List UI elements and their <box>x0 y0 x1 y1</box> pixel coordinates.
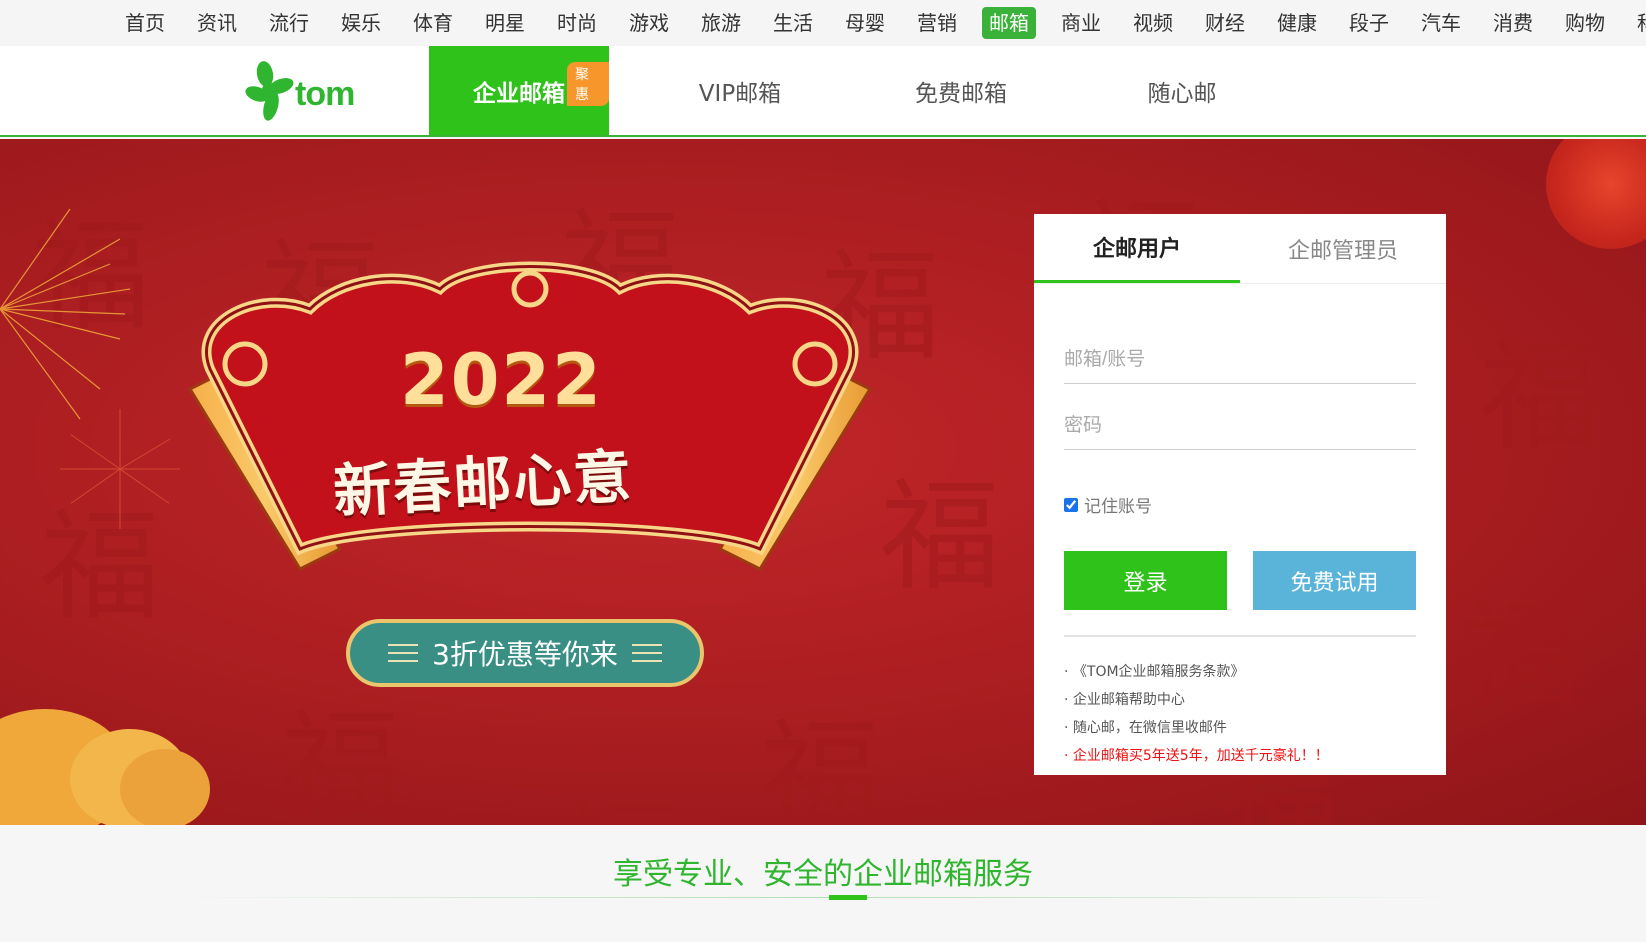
nav-free-mail-label: 免费邮箱 <box>915 80 1007 107</box>
tab-enterprise-user[interactable]: 企邮用户 <box>1034 214 1240 283</box>
product-nav: 企业邮箱 聚惠 VIP邮箱 免费邮箱 随心邮 <box>429 46 1313 135</box>
login-tabs: 企邮用户 企邮管理员 <box>1034 214 1446 284</box>
link-help-center[interactable]: · 企业邮箱帮助中心 <box>1064 686 1329 714</box>
link-terms[interactable]: · 《TOM企业邮箱服务条款》 <box>1064 658 1329 686</box>
logo-text: tom <box>295 75 355 113</box>
top-nav-item[interactable]: 游戏 <box>622 7 676 39</box>
fu-character-decoration: 福 <box>760 708 880 825</box>
banner-year: 2022 <box>400 339 603 421</box>
slogan-underline <box>170 897 1476 898</box>
site-header: tom 企业邮箱 聚惠 VIP邮箱 免费邮箱 随心邮 <box>0 46 1646 137</box>
top-nav-item[interactable]: 购物 <box>1558 7 1612 39</box>
nav-suixin-mail[interactable]: 随心邮 <box>1051 46 1313 135</box>
account-input[interactable] <box>1064 336 1416 384</box>
top-nav-item[interactable]: 商业 <box>1054 7 1108 39</box>
top-nav-item[interactable]: 娱乐 <box>334 7 388 39</box>
top-nav-item[interactable]: 明星 <box>478 7 532 39</box>
top-nav-item[interactable]: 健康 <box>1270 7 1324 39</box>
top-nav-list: 首页 资讯 流行 娱乐 体育 明星 时尚 游戏 旅游 生活 母婴 营销 邮箱 商业 视频 财经 健康 段子 汽车 消费… <box>118 0 1646 46</box>
decor-lines-right <box>631 638 662 668</box>
nav-enterprise-mail[interactable]: 企业邮箱 聚惠 <box>429 46 609 135</box>
scroll-graphic <box>187 261 873 571</box>
nav-vip-mail[interactable]: VIP邮箱 <box>609 46 871 135</box>
top-nav-item[interactable]: 时尚 <box>550 7 604 39</box>
top-nav-item[interactable]: 科技 <box>1630 7 1646 39</box>
top-nav-item[interactable]: 汽车 <box>1414 7 1468 39</box>
top-nav-item[interactable]: 营销 <box>910 7 964 39</box>
top-nav-item[interactable]: 消费 <box>1486 7 1540 39</box>
top-nav: 首页 资讯 流行 娱乐 体育 明星 时尚 游戏 旅游 生活 母婴 营销 邮箱 商业 视频 财经 健康 段子 汽车 消费… <box>0 0 1646 46</box>
top-nav-item[interactable]: 旅游 <box>694 7 748 39</box>
tom-logo-icon <box>245 61 294 121</box>
top-nav-item[interactable]: 视频 <box>1126 7 1180 39</box>
tom-logo[interactable]: tom <box>245 60 375 124</box>
slogan-section: 享受专业、安全的企业邮箱服务 <box>0 825 1646 942</box>
fu-character-decoration: 福 <box>560 759 680 825</box>
fu-character-decoration: 福 <box>1480 328 1600 467</box>
slogan-accent-mark <box>829 895 867 900</box>
decor-lines-left <box>388 638 419 668</box>
top-nav-item[interactable]: 母婴 <box>838 7 892 39</box>
nav-suixin-mail-label: 随心邮 <box>1147 80 1217 107</box>
link-promo[interactable]: · 企业邮箱买5年送5年，加送千元豪礼！！ <box>1064 742 1329 770</box>
remember-label: 记住账号 <box>1084 497 1152 517</box>
password-input[interactable] <box>1064 402 1416 450</box>
top-nav-item[interactable]: 首页 <box>118 7 172 39</box>
cloud-decoration <box>120 749 210 825</box>
remember-checkbox[interactable] <box>1064 497 1078 512</box>
login-button[interactable]: 登录 <box>1064 551 1227 610</box>
top-nav-item[interactable]: 段子 <box>1342 7 1396 39</box>
slogan-text: 享受专业、安全的企业邮箱服务 <box>613 857 1033 892</box>
banner-title: 新春邮心意 <box>331 442 635 526</box>
help-links: · 《TOM企业邮箱服务条款》 · 企业邮箱帮助中心 · 随心邮，在微信里收邮件… <box>1064 658 1329 770</box>
top-nav-item[interactable]: 生活 <box>766 7 820 39</box>
divider <box>1064 635 1416 637</box>
link-wechat-mail[interactable]: · 随心邮，在微信里收邮件 <box>1064 714 1329 742</box>
nav-enterprise-mail-label: 企业邮箱 <box>473 80 565 107</box>
discount-pill[interactable]: 3折优惠等你来 <box>346 619 704 687</box>
nav-vip-mail-label: VIP邮箱 <box>698 80 782 107</box>
sun-decoration <box>1546 139 1646 249</box>
top-nav-item[interactable]: 资讯 <box>190 7 244 39</box>
discount-pill-label: 3折优惠等你来 <box>432 638 618 671</box>
promo-tag: 聚惠 <box>567 62 609 106</box>
fu-character-decoration: 福 <box>1460 588 1580 727</box>
login-card: 企邮用户 企邮管理员 记住账号 登录 免费试用 · 《TOM企业邮箱服务条款》 … <box>1034 214 1446 775</box>
nav-free-mail[interactable]: 免费邮箱 <box>871 46 1051 135</box>
fu-character-decoration: 福 <box>280 698 400 825</box>
tab-enterprise-admin[interactable]: 企邮管理员 <box>1240 214 1446 283</box>
free-trial-button[interactable]: 免费试用 <box>1253 551 1416 610</box>
top-nav-item[interactable]: 流行 <box>262 7 316 39</box>
top-nav-item[interactable]: 邮箱 <box>982 7 1036 39</box>
top-nav-item[interactable]: 财经 <box>1198 7 1252 39</box>
remember-account[interactable]: 记住账号 <box>1064 492 1152 517</box>
top-nav-item[interactable]: 体育 <box>406 7 460 39</box>
